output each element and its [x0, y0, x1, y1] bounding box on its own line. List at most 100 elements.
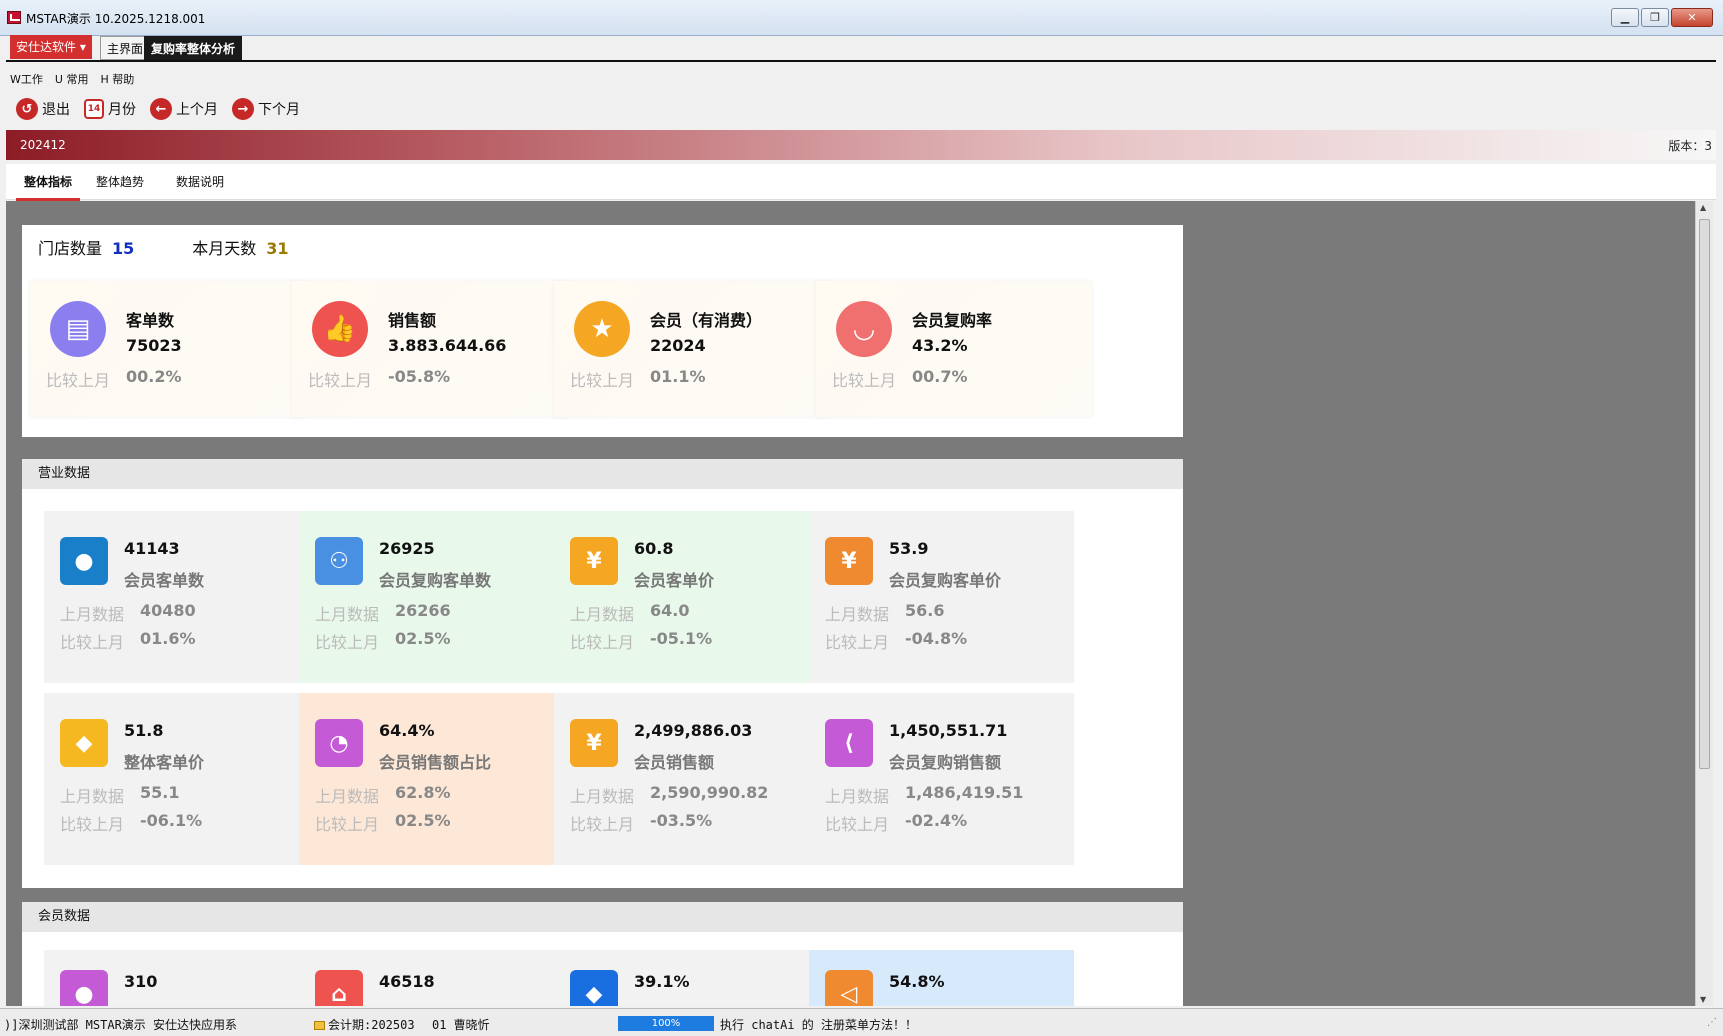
prev-value: 55.1: [140, 783, 180, 802]
member-metric-card[interactable]: ● 310: [44, 950, 309, 1006]
tab-main[interactable]: 主界面: [100, 36, 151, 60]
next-month-button[interactable]: → 下个月: [232, 98, 300, 120]
compare-label: 比较上月: [825, 633, 890, 652]
tab-repurchase-analysis[interactable]: 复购率整体分析: [144, 36, 243, 60]
progress-bar: 100%: [618, 1016, 714, 1031]
prev-label: 上月数据: [315, 605, 380, 624]
menu-help[interactable]: H 帮助: [100, 71, 134, 87]
kpi-compare-value: -05.8%: [388, 367, 451, 386]
metric-value: 53.9: [889, 539, 929, 558]
month-button[interactable]: 14 月份: [84, 99, 136, 119]
metric-name: 会员复购销售额: [889, 753, 1002, 772]
prev-value: 56.6: [905, 601, 945, 620]
metric-value: 54.8%: [889, 972, 945, 991]
kpi-card[interactable]: ★ 会员（有消费） 22024 比较上月 01.1%: [554, 281, 830, 417]
member-data-panel: 会员数据 ● 310 ⌂ 46518 ◆ 39.1% ◁ 54.8%: [22, 902, 1183, 1006]
member-metric-card[interactable]: ◆ 39.1%: [554, 950, 819, 1006]
document-icon: ▤: [50, 301, 106, 357]
kpi-card[interactable]: 👍 销售额 3.883.644.66 比较上月 -05.8%: [292, 281, 568, 417]
prev-label: 上月数据: [60, 605, 125, 624]
menu-work[interactable]: W工作: [10, 71, 43, 87]
kpi-title: 会员复购率: [912, 311, 993, 330]
prev-value: 26266: [395, 601, 451, 620]
status-bar: )]深圳测试部 MSTAR演示 安仕达快应用系 会计期:202503 01 曹晓…: [0, 1008, 1723, 1036]
house-icon: ⌂: [315, 970, 363, 1006]
kpi-title: 会员（有消费）: [650, 311, 763, 330]
user-icon: ●: [60, 970, 108, 1006]
metric-name: 会员销售额占比: [379, 753, 492, 772]
share-icon: ⟨: [825, 719, 873, 767]
compare-label: 比较上月: [570, 633, 635, 652]
dashboard-content[interactable]: 门店数量 15 本月天数 31 ▤ 客单数 75023 比较上月 00.2% 👍 销售…: [6, 201, 1695, 1006]
status-message: 执行 chatAi 的 注册菜单方法！！: [720, 1018, 918, 1032]
tab-overall-metrics[interactable]: 整体指标: [16, 173, 81, 201]
kpi-compare-value: 00.7%: [912, 367, 968, 386]
tab-data-notes[interactable]: 数据说明: [168, 173, 232, 198]
metric-value: 2,499,886.03: [634, 721, 753, 740]
user-icon: ●: [60, 537, 108, 585]
minimize-button[interactable]: ▁: [1611, 8, 1639, 27]
business-metric-card[interactable]: ¥ 60.8 会员客单价 上月数据 64.0 比较上月 -05.1%: [554, 511, 819, 683]
calendar-icon: 14: [84, 99, 104, 119]
money-bag-icon: ¥: [825, 537, 873, 585]
kpi-value: 43.2%: [912, 336, 968, 355]
business-metric-card[interactable]: ● 41143 会员客单数 上月数据 40480 比较上月 01.6%: [44, 511, 309, 683]
prev-value: 64.0: [650, 601, 690, 620]
scroll-up-icon[interactable]: ▲: [1700, 203, 1706, 212]
status-org: )]深圳测试部 MSTAR演示 安仕达快应用系: [4, 1018, 238, 1032]
business-metric-card[interactable]: ¥ 53.9 会员复购客单价 上月数据 56.6 比较上月 -04.8%: [809, 511, 1074, 683]
prev-month-button[interactable]: ← 上个月: [150, 98, 218, 120]
member-metric-card[interactable]: ◁ 54.8%: [809, 950, 1074, 1006]
compare-value: -04.8%: [905, 629, 968, 648]
metric-value: 51.8: [124, 721, 164, 740]
compare-label: 比较上月: [315, 633, 380, 652]
kpi-compare-label: 比较上月: [308, 371, 373, 390]
member-metric-card[interactable]: ⌂ 46518: [299, 950, 564, 1006]
scroll-thumb[interactable]: [1699, 219, 1710, 769]
metric-value: 41143: [124, 539, 180, 558]
exit-icon: ↺: [16, 98, 38, 120]
compare-label: 比较上月: [60, 633, 125, 652]
kpi-card[interactable]: ▤ 客单数 75023 比较上月 00.2%: [30, 281, 306, 417]
thumbs-up-icon: 👍: [312, 301, 368, 357]
scroll-down-icon[interactable]: ▼: [1700, 995, 1706, 1004]
metric-value: 26925: [379, 539, 435, 558]
exit-button[interactable]: ↺ 退出: [16, 98, 70, 120]
compare-value: 02.5%: [395, 811, 451, 830]
close-button[interactable]: ✕: [1671, 8, 1713, 27]
member-data-header: 会员数据: [22, 902, 1183, 932]
window-title: MSTAR演示 10.2025.1218.001: [26, 12, 206, 26]
metric-name: 整体客单价: [124, 753, 205, 772]
restore-button[interactable]: ❐: [1641, 8, 1669, 27]
business-metric-card[interactable]: ⟨ 1,450,551.71 会员复购销售额 上月数据 1,486,419.51…: [809, 693, 1074, 865]
compare-label: 比较上月: [60, 815, 125, 834]
kpi-compare-value: 01.1%: [650, 367, 706, 386]
business-metric-card[interactable]: ⚇ 26925 会员复购客单数 上月数据 26266 比较上月 02.5%: [299, 511, 564, 683]
kpi-value: 22024: [650, 336, 706, 355]
toolbar: ↺ 退出 14 月份 ← 上个月 → 下个月: [6, 94, 300, 124]
brand-menu-button[interactable]: 安仕达软件 ▾: [10, 35, 92, 59]
business-metric-card[interactable]: ◔ 64.4% 会员销售额占比 上月数据 62.8% 比较上月 02.5%: [299, 693, 564, 865]
vertical-scrollbar[interactable]: ▲ ▼: [1695, 201, 1713, 1006]
prev-label: 上月数据: [825, 605, 890, 624]
kpi-card[interactable]: ◡ 会员复购率 43.2% 比较上月 00.7%: [816, 281, 1092, 417]
diamond-tag-icon: ◆: [60, 719, 108, 767]
resize-grip-icon[interactable]: ⋰: [1707, 1017, 1717, 1028]
business-metric-card[interactable]: ◆ 51.8 整体客单价 上月数据 55.1 比较上月 -06.1%: [44, 693, 309, 865]
business-metric-card[interactable]: ¥ 2,499,886.03 会员销售额 上月数据 2,590,990.82 比…: [554, 693, 819, 865]
kpi-title: 客单数: [126, 311, 175, 330]
menu-common[interactable]: U 常用: [55, 71, 89, 87]
status-user: 01 曹晓忻: [432, 1018, 490, 1032]
status-period: 会计期:202503: [314, 1016, 415, 1033]
period-banner: 202412 版本：3: [6, 130, 1716, 160]
bag-icon: ◡: [836, 301, 892, 357]
store-count: 门店数量 15: [38, 239, 135, 258]
compare-label: 比较上月: [825, 815, 890, 834]
app-logo-icon: [7, 11, 21, 24]
prev-label: 上月数据: [60, 787, 125, 806]
megaphone-icon: ◁: [825, 970, 873, 1006]
compare-value: 01.6%: [140, 629, 196, 648]
tab-overall-trend[interactable]: 整体趋势: [88, 173, 152, 198]
yen-coin-icon: ¥: [570, 537, 618, 585]
prev-label: 上月数据: [825, 787, 890, 806]
